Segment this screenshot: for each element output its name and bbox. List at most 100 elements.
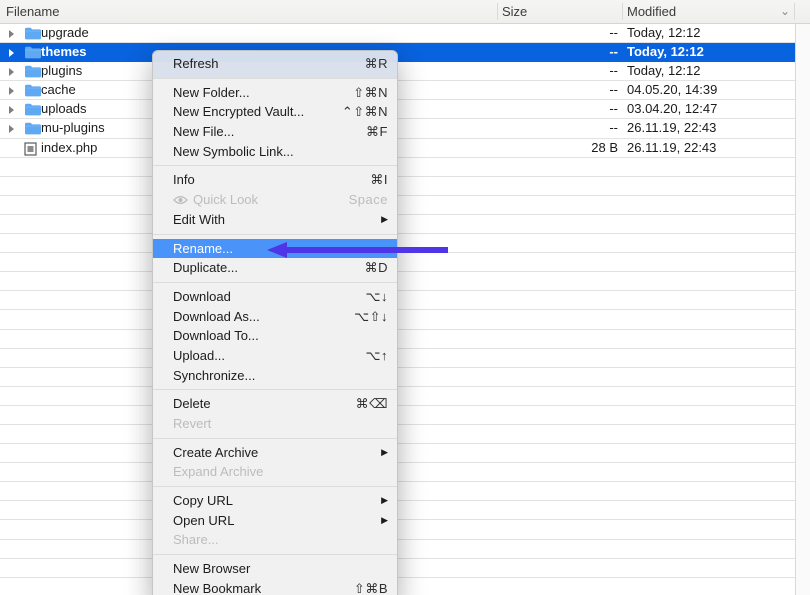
modified-cell: 04.05.20, 14:39 [627, 81, 717, 100]
file-row-upgrade[interactable]: upgrade -- Today, 12:12 [0, 24, 795, 43]
menu-item-copy-url[interactable]: Copy URL▶ [153, 491, 397, 511]
menu-item-label: Open URL [173, 513, 234, 528]
menu-item-shortcut: ⌥↑ [366, 346, 388, 366]
modified-cell: 26.11.19, 22:43 [627, 139, 716, 158]
context-menu-items: Refresh⌘RNew Folder...⇧⌘NNew Encrypted V… [153, 54, 397, 595]
column-header-filename[interactable]: Filename [6, 0, 59, 23]
folder-icon [24, 122, 42, 135]
file-icon [24, 142, 37, 156]
menu-item-shortcut: Space [349, 190, 388, 210]
size-cell: -- [500, 100, 618, 119]
disclosure-triangle-icon[interactable] [9, 125, 14, 133]
menu-item-edit-with[interactable]: Edit With▶ [153, 210, 397, 230]
menu-item-open-url[interactable]: Open URL ▶ [153, 511, 397, 531]
menu-item-shortcut: ⌘⌫ [356, 394, 388, 414]
menu-item-download-as[interactable]: Download As... ⌥⇧↓ [153, 307, 397, 327]
menu-item-label: Rename... [173, 241, 233, 256]
size-cell: -- [500, 43, 618, 62]
scrollbar-track[interactable] [795, 24, 810, 595]
size-cell: -- [500, 81, 618, 100]
disclosure-triangle-icon[interactable] [9, 87, 14, 95]
filename-cell: index.php [41, 139, 97, 158]
menu-item-synchronize[interactable]: Synchronize... [153, 366, 397, 386]
eye-icon [173, 191, 188, 211]
menu-item-label: New Symbolic Link... [173, 144, 294, 159]
submenu-arrow-icon: ▶ [381, 511, 388, 531]
modified-cell: Today, 12:12 [627, 62, 700, 81]
menu-item-info[interactable]: Info ⌘I [153, 170, 397, 190]
menu-item-shortcut: ⇧⌘B [354, 579, 388, 595]
menu-item-label: Info [173, 172, 195, 187]
menu-item-label: New Encrypted Vault... [173, 104, 304, 119]
menu-separator [153, 486, 397, 487]
disclosure-triangle-icon[interactable] [9, 49, 14, 57]
menu-item-shortcut: ⇧⌘N [353, 83, 388, 103]
folder-icon [24, 65, 42, 78]
menu-item-label: Download To... [173, 328, 259, 343]
column-header-bar: Filename Size Modified ⌄ [0, 0, 810, 24]
menu-item-label: New Bookmark [173, 581, 261, 595]
menu-item-label: New File... [173, 124, 234, 139]
modified-cell: Today, 12:12 [627, 24, 700, 43]
filename-cell: plugins [41, 62, 82, 81]
disclosure-triangle-icon[interactable] [9, 106, 14, 114]
size-cell: 28 B [500, 139, 618, 158]
disclosure-triangle-icon[interactable] [9, 68, 14, 76]
menu-item-label: Revert [173, 416, 211, 431]
menu-item-label: Expand Archive [173, 464, 263, 479]
menu-item-new-file[interactable]: New File...⌘F [153, 122, 397, 142]
menu-item-download-to[interactable]: Download To... [153, 326, 397, 346]
menu-item-rename[interactable]: Rename... [153, 239, 397, 259]
menu-item-shortcut: ⌘D [365, 258, 388, 278]
menu-item-create-archive[interactable]: Create Archive ▶ [153, 443, 397, 463]
modified-cell: 26.11.19, 22:43 [627, 119, 716, 138]
menu-item-label: Download As... [173, 309, 260, 324]
menu-item-new-browser[interactable]: New Browser [153, 559, 397, 579]
column-divider[interactable] [622, 3, 623, 20]
menu-item-label: Synchronize... [173, 368, 255, 383]
submenu-arrow-icon: ▶ [381, 443, 388, 463]
menu-separator [153, 78, 397, 79]
menu-separator [153, 389, 397, 390]
disclosure-triangle-icon[interactable] [9, 30, 14, 38]
folder-icon [24, 103, 42, 116]
column-divider [794, 3, 795, 20]
folder-icon [24, 84, 42, 97]
menu-separator [153, 165, 397, 166]
column-header-size[interactable]: Size [502, 0, 527, 23]
column-header-modified[interactable]: Modified [627, 0, 676, 23]
menu-separator [153, 438, 397, 439]
menu-item-shortcut: ⌘I [370, 170, 388, 190]
menu-item-new-symbolic-link[interactable]: New Symbolic Link... [153, 142, 397, 162]
filename-cell: cache [41, 81, 76, 100]
menu-item-label: Copy URL [173, 493, 233, 508]
menu-item-label: New Browser [173, 561, 250, 576]
size-cell: -- [500, 24, 618, 43]
menu-item-label: Refresh [173, 56, 219, 71]
menu-item-label: New Folder... [173, 85, 250, 100]
folder-icon [24, 46, 42, 59]
menu-item-shortcut: ⌘R [365, 54, 388, 74]
menu-item-new-encrypted-vault[interactable]: New Encrypted Vault... ⌃⇧⌘N [153, 102, 397, 122]
menu-item-duplicate[interactable]: Duplicate... ⌘D [153, 258, 397, 278]
column-options-chevron-icon[interactable]: ⌄ [780, 0, 790, 23]
menu-item-shortcut: ⌃⇧⌘N [342, 102, 388, 122]
menu-item-label: Quick Look [193, 192, 258, 207]
menu-item-quick-look: Quick Look Space [153, 190, 397, 210]
menu-item-shortcut: ⌥⇧↓ [354, 307, 388, 327]
menu-item-download[interactable]: Download⌥↓ [153, 287, 397, 307]
menu-item-upload[interactable]: Upload...⌥↑ [153, 346, 397, 366]
menu-item-delete[interactable]: Delete⌘⌫ [153, 394, 397, 414]
size-cell: -- [500, 119, 618, 138]
filename-cell: uploads [41, 100, 87, 119]
submenu-arrow-icon: ▶ [381, 210, 388, 230]
menu-item-label: Create Archive [173, 445, 258, 460]
filename-cell: upgrade [41, 24, 89, 43]
menu-item-label: Duplicate... [173, 260, 238, 275]
menu-item-new-bookmark[interactable]: New Bookmark ⇧⌘B [153, 579, 397, 595]
menu-item-new-folder[interactable]: New Folder... ⇧⌘N [153, 83, 397, 103]
folder-icon [24, 27, 42, 40]
menu-item-refresh[interactable]: Refresh ⌘R [153, 54, 397, 74]
column-divider[interactable] [497, 3, 498, 20]
menu-separator [153, 554, 397, 555]
